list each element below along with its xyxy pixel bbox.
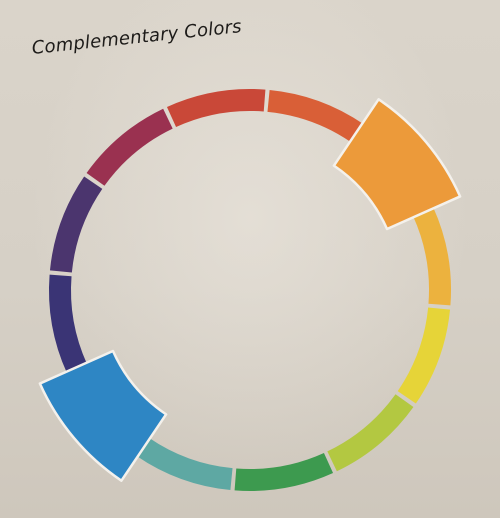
wheel-segment-yellow-orange xyxy=(413,206,452,306)
color-wheel xyxy=(38,88,462,492)
wheel-segment-yellow xyxy=(397,307,451,404)
wheel-segment-blue-violet xyxy=(48,274,87,374)
wheel-segment-red-orange xyxy=(267,89,364,143)
wheel-segment-red xyxy=(166,88,266,127)
book-page: Complementary Colors xyxy=(0,0,500,518)
wheel-segment-violet xyxy=(49,176,103,273)
wheel-segment-blue-green xyxy=(136,437,233,491)
wheel-segment-yellow-green xyxy=(327,394,414,472)
wheel-segment-green xyxy=(234,453,334,492)
wheel-segment-red-violet xyxy=(86,108,173,186)
